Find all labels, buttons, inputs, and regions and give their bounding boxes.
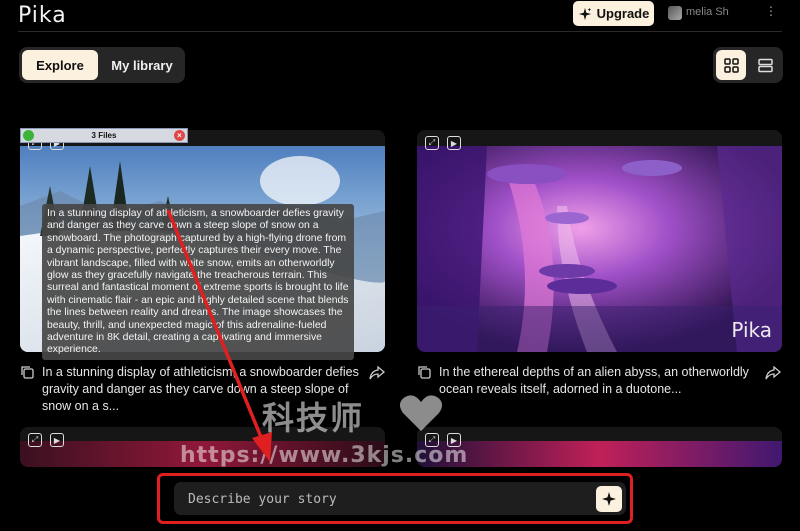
tab-explore[interactable]: Explore [22, 50, 98, 80]
copy-icon[interactable] [20, 365, 34, 379]
sparkle-icon [578, 7, 591, 20]
card-controls: ⤢ ▶ [28, 433, 64, 447]
prompt-tooltip: In a stunning display of athleticism, a … [42, 204, 354, 360]
generate-button[interactable] [596, 486, 622, 512]
username[interactable]: melia Sh [686, 6, 729, 18]
header-divider [18, 31, 782, 32]
share-icon[interactable] [765, 366, 781, 380]
card-controls: ⤢ ▶ [425, 136, 461, 150]
heart-icon [399, 395, 443, 431]
video-thumbnail [417, 441, 782, 467]
grid-icon [723, 57, 739, 73]
prompt-highlight-box [157, 473, 633, 524]
upgrade-label: Upgrade [596, 6, 650, 21]
avatar[interactable] [668, 6, 682, 20]
card-caption: In the ethereal depths of an alien abyss… [439, 365, 749, 396]
play-icon[interactable]: ▶ [447, 136, 461, 150]
copy-icon[interactable] [417, 365, 431, 379]
tab-my-library[interactable]: My library [104, 50, 180, 80]
share-icon[interactable] [369, 366, 385, 380]
list-icon [757, 58, 773, 72]
tab-bar: Explore My library [19, 47, 185, 83]
story-prompt-input[interactable] [188, 489, 568, 509]
prompt-bar [174, 482, 626, 515]
pika-watermark: Pika [731, 318, 772, 342]
file-drop-indicator: 3 Files × [20, 128, 188, 143]
view-toggle [713, 47, 783, 83]
expand-icon[interactable]: ⤢ [425, 136, 439, 150]
video-thumbnail [417, 146, 782, 352]
video-card-alien-abyss[interactable]: ⤢ ▶ Pika [417, 130, 782, 352]
video-card[interactable]: ⤢ ▶ [417, 427, 782, 467]
pika-logo[interactable]: Pika [18, 3, 67, 28]
play-icon[interactable]: ▶ [50, 433, 64, 447]
close-icon[interactable]: × [174, 130, 185, 141]
upgrade-button[interactable]: Upgrade [573, 1, 654, 26]
site-watermark-url: https://www.3kjs.com [180, 443, 469, 468]
sparkle-icon [602, 492, 616, 506]
grid-view-button[interactable] [716, 50, 746, 80]
expand-icon[interactable]: ⤢ [28, 433, 42, 447]
file-count-label: 3 Files [91, 131, 117, 140]
more-menu-icon[interactable]: ⋮ [765, 4, 777, 18]
drop-ok-icon [23, 130, 34, 141]
site-watermark-text: 科技师 [262, 399, 365, 437]
list-view-button[interactable] [750, 50, 780, 80]
